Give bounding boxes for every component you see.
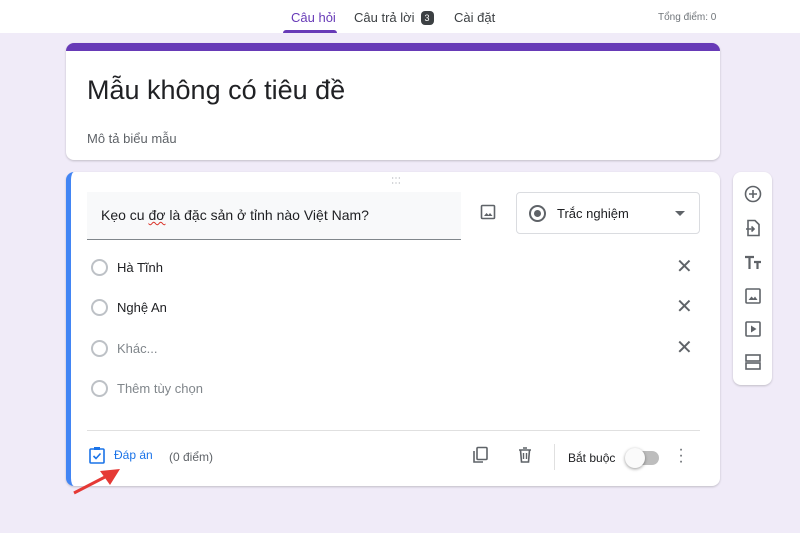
- dropdown-arrow-icon: [675, 211, 685, 216]
- option-row: Nghệ An ✕: [87, 296, 707, 320]
- floating-toolbar: [733, 172, 772, 385]
- drag-handle-icon[interactable]: ⋯ ⋯: [391, 174, 402, 189]
- question-text-misspelled: đơ: [148, 207, 166, 223]
- divider-vertical: [554, 444, 555, 470]
- option-label[interactable]: Nghệ An: [117, 300, 167, 315]
- required-toggle[interactable]: [625, 448, 659, 468]
- red-arrow-annotation: [73, 469, 120, 495]
- radio-icon[interactable]: [91, 299, 108, 316]
- points-value: (0 điểm): [169, 450, 214, 464]
- radio-icon[interactable]: [91, 340, 108, 357]
- add-section-icon[interactable]: [744, 353, 762, 371]
- tab-responses-label: Câu trả lời: [354, 10, 415, 25]
- remove-option-icon[interactable]: ✕: [676, 294, 693, 319]
- tab-questions[interactable]: Câu hỏi: [291, 10, 336, 25]
- answer-key-button[interactable]: Đáp án: [89, 446, 153, 464]
- more-options-icon[interactable]: · · ·: [676, 442, 686, 470]
- add-question-icon[interactable]: [744, 185, 762, 203]
- top-bar: Câu hỏi Câu trả lời 3 Cài đặt Tổng điểm: …: [0, 0, 800, 33]
- form-title-card: Mẫu không có tiêu đề Mô tả biểu mẫu: [66, 43, 720, 160]
- import-questions-icon[interactable]: [744, 219, 762, 237]
- delete-icon[interactable]: [516, 446, 534, 464]
- add-image-icon[interactable]: [744, 287, 762, 305]
- required-label: Bắt buộc: [568, 451, 616, 465]
- tab-settings[interactable]: Cài đặt: [454, 10, 495, 25]
- add-title-icon[interactable]: [744, 254, 762, 272]
- option-row-other: Khác... ✕: [87, 337, 707, 361]
- option-row: Hà Tĩnh ✕: [87, 256, 707, 280]
- answer-key-label: Đáp án: [114, 448, 153, 462]
- remove-option-icon[interactable]: ✕: [676, 254, 693, 279]
- answer-key-clipboard-icon: [89, 447, 105, 464]
- form-title[interactable]: Mẫu không có tiêu đề: [87, 75, 345, 106]
- remove-option-icon[interactable]: ✕: [676, 335, 693, 360]
- responses-count-badge: 3: [420, 11, 434, 25]
- question-text-end: là đặc sản ở tỉnh nào Việt Nam?: [165, 207, 369, 223]
- radio-icon[interactable]: [91, 259, 108, 276]
- add-option-row: Thêm tùy chọn: [87, 377, 707, 401]
- question-input[interactable]: Kẹo cu đơ là đặc sản ở tỉnh nào Việt Nam…: [87, 192, 461, 240]
- radio-icon: [91, 380, 108, 397]
- duplicate-icon[interactable]: [471, 446, 489, 464]
- radio-button-icon: [529, 205, 546, 222]
- divider: [87, 430, 700, 431]
- question-text-start: Kẹo cu: [101, 207, 149, 223]
- form-description-input[interactable]: Mô tả biểu mẫu: [87, 131, 177, 146]
- question-type-label: Trắc nghiệm: [557, 206, 629, 221]
- option-label[interactable]: Hà Tĩnh: [117, 260, 163, 275]
- active-tab-indicator: [283, 30, 337, 33]
- add-image-icon[interactable]: [480, 204, 496, 220]
- option-label[interactable]: Khác...: [117, 341, 157, 356]
- tab-responses[interactable]: Câu trả lời 3: [354, 10, 434, 25]
- total-points: Tổng điểm: 0: [658, 12, 717, 23]
- question-card[interactable]: ⋯ ⋯ Kẹo cu đơ là đặc sản ở tỉnh nào Việt …: [66, 172, 720, 486]
- add-video-icon[interactable]: [744, 320, 762, 338]
- add-option-button[interactable]: Thêm tùy chọn: [117, 381, 203, 396]
- question-type-dropdown[interactable]: Trắc nghiệm: [516, 192, 700, 234]
